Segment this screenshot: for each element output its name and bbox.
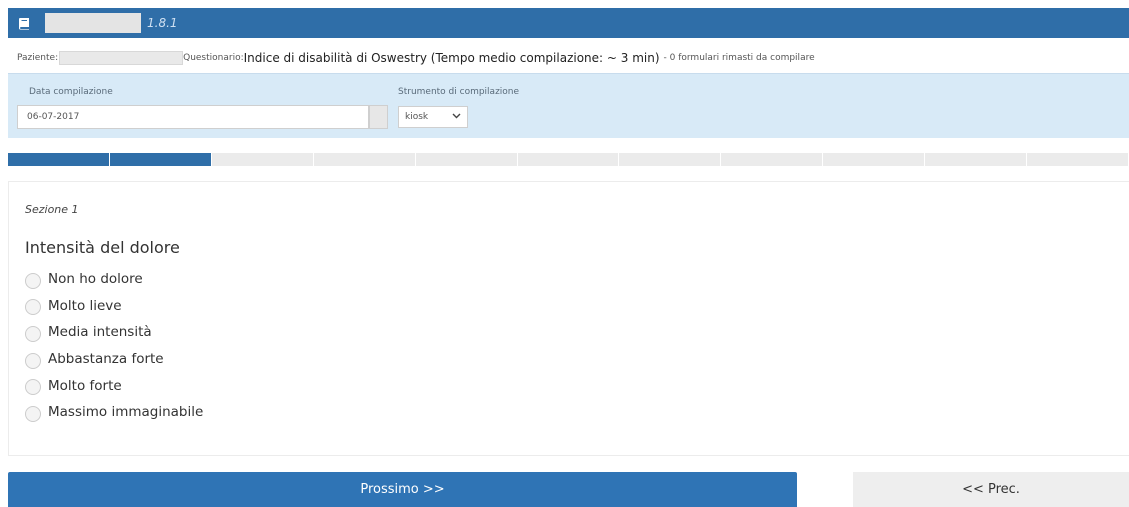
prev-button[interactable]: << Prec. [853,472,1129,507]
app-version: 1.8.1 [147,16,178,30]
answer-option-label: Molto lieve [48,297,122,314]
chevron-down-icon [452,112,461,122]
answer-option[interactable]: Molto lieve [25,293,203,320]
progress-step-pending [211,153,314,166]
progress-step-pending [619,153,722,166]
date-label: Data compilazione [29,87,113,97]
tool-select-value: kiosk [405,112,429,122]
progress-bar [8,153,1129,166]
book-icon [17,16,31,30]
answer-option-label: Molto forte [48,377,122,394]
tool-select[interactable]: kiosk [398,106,468,128]
radio-button[interactable] [25,299,41,316]
questionnaire-title: Indice di disabilità di Oswestry (Tempo … [243,51,660,65]
calendar-button[interactable] [369,105,388,129]
compilation-panel: Data compilazione 06-07-2017 Strumento d… [8,73,1129,138]
progress-step-pending [415,153,518,166]
progress-step-completed [8,153,110,166]
answer-option[interactable]: Non ho dolore [25,266,203,293]
date-input[interactable]: 06-07-2017 [17,105,369,129]
progress-step-completed [109,153,212,166]
answer-option-label: Non ho dolore [48,271,143,288]
questionnaire-label: Questionario: [183,53,244,63]
radio-button[interactable] [25,379,41,396]
radio-button[interactable] [25,272,41,289]
answer-option-label: Abbastanza forte [48,351,164,368]
progress-step-pending [823,153,926,166]
progress-step-pending [313,153,416,166]
progress-step-pending [517,153,620,166]
answer-option-label: Massimo immaginabile [48,404,204,421]
next-button[interactable]: Prossimo >> [8,472,797,507]
radio-button[interactable] [25,325,41,342]
answer-option[interactable]: Abbastanza forte [25,346,203,373]
answer-options: Non ho dolore Molto lieve Media intensit… [25,266,203,426]
tool-label: Strumento di compilazione [398,87,520,97]
patient-name-placeholder [59,51,184,65]
question-title: Intensità del dolore [25,238,180,257]
progress-step-pending [721,153,824,166]
remaining-forms-note: - 0 formulari rimasti da compilare [663,53,815,63]
radio-button[interactable] [25,405,41,422]
answer-option[interactable]: Molto forte [25,372,203,399]
app-name-placeholder [45,13,141,33]
patient-label: Paziente: [17,53,59,63]
progress-step-pending [1027,153,1129,166]
radio-button[interactable] [25,352,41,369]
answer-option[interactable]: Massimo immaginabile [25,399,203,426]
progress-step-pending [925,153,1028,166]
answer-option-label: Media intensità [48,324,152,341]
answer-option[interactable]: Media intensità [25,319,203,346]
question-card: Sezione 1 Intensità del dolore Non ho do… [8,181,1129,456]
app-header: 1.8.1 [8,8,1129,38]
section-title: Sezione 1 [25,203,79,216]
patient-info-line: Paziente: Questionario: Indice di disabi… [17,46,1127,70]
